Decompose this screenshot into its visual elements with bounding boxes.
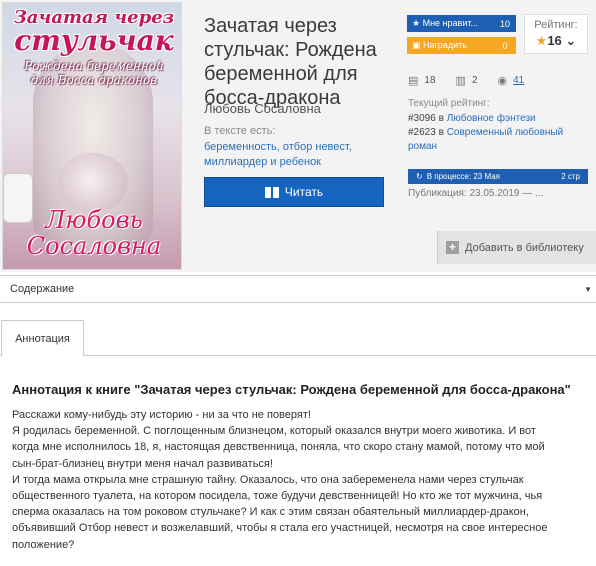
rating-label: Рейтинг: — [534, 19, 578, 31]
reward-count: 0 — [502, 40, 508, 51]
like-label: Мне нравит... — [422, 18, 478, 28]
rating-star-icon: ★ — [535, 33, 548, 48]
comments-count: 18 — [424, 75, 436, 86]
cover-title-line2: стульчак — [14, 24, 174, 57]
annotation-line: положение? — [12, 538, 75, 551]
read-button[interactable]: Читать — [204, 177, 384, 207]
annotation-line: сперма оказалась на том роковом стульчак… — [12, 506, 529, 519]
reward-label: Наградить — [423, 40, 467, 50]
book-cover-image[interactable]: Зачатая через стульчак Рождена беременно… — [2, 2, 182, 270]
status-pages: 2 стр — [561, 172, 580, 181]
read-button-label: Читать — [284, 185, 324, 199]
annotation-heading: Аннотация к книге "Зачатая через стульча… — [12, 382, 571, 397]
contents-dropdown[interactable]: Содержание ▼ — [0, 275, 596, 303]
genre-link-fantasy[interactable]: Любовное фэнтези — [447, 113, 536, 124]
tags-label: В тексте есть: — [204, 125, 276, 137]
status-badge: ↻ В процессе: 23 Мая 2 стр — [408, 169, 588, 184]
rank-modern: #2623 в Современный любовный роман — [408, 126, 588, 154]
author-link[interactable]: Любовь Сосаловна — [204, 101, 321, 116]
contents-label: Содержание — [10, 283, 75, 295]
views-count[interactable]: 41 — [513, 75, 524, 86]
current-rating-label: Текущий рейтинг: — [408, 98, 490, 109]
cover-author-line1: Любовь — [45, 206, 143, 234]
cover-subtitle-line2: для Босса драконов — [30, 73, 158, 87]
add-library-label: Добавить в библиотеку — [465, 241, 584, 254]
status-progress: В процессе: 23 Мая — [426, 172, 500, 181]
tab-annotation-label: Аннотация — [15, 332, 70, 345]
rank-fantasy: #3096 в Любовное фэнтези — [408, 112, 588, 126]
annotation-text: Расскажи кому-нибудь эту историю - ни за… — [12, 407, 592, 553]
like-button[interactable]: ★ Мне нравит... 10 — [407, 15, 516, 32]
annotation-line: общественного туалета, на котором посиде… — [12, 490, 543, 503]
annotation-line: объявивший Отбор невест и возжелавший, ч… — [12, 522, 548, 535]
star-icon: ★ — [412, 18, 423, 28]
annotation-line: когда мне исполнилось 18, я, настоящая д… — [12, 441, 545, 454]
libraries-count: 2 — [471, 75, 478, 86]
annotation-line: Расскажи кому-нибудь эту историю - ни за… — [12, 409, 311, 421]
rank-modern-number: #2623 в — [408, 127, 444, 138]
tags-list[interactable]: беременность, отбор невест, миллиардер и… — [204, 140, 394, 170]
cover-subtitle-line1: Рождена беременной — [24, 59, 164, 73]
refresh-icon: ↻ — [416, 172, 423, 181]
book-title: Зачатая через стульчак: Рождена беременн… — [204, 15, 377, 109]
rank-fantasy-number: #3096 в — [408, 113, 444, 124]
annotation-line: сын-брат-близнец внутри меня начал разви… — [12, 457, 273, 470]
add-to-library-button[interactable]: + Добавить в библиотеку — [437, 231, 596, 264]
like-count: 10 — [499, 18, 510, 29]
book-stats: ▤ 18 ▥ 2 ◉ 41 — [408, 74, 524, 87]
book-icon — [264, 186, 279, 198]
tab-annotation[interactable]: Аннотация — [1, 320, 84, 356]
annotation-line: И тогда мама открыла мне страшную тайну.… — [12, 473, 524, 486]
plus-icon: + — [446, 241, 459, 254]
annotation-line: Я родилась беременной. С поглощенным бли… — [12, 425, 536, 438]
eye-icon: ◉ — [497, 75, 508, 87]
gift-icon: ▣ — [412, 40, 424, 50]
comments-icon: ▤ — [408, 75, 419, 87]
library-icon: ▥ — [455, 75, 466, 87]
caret-down-icon: ▼ — [584, 284, 592, 294]
rating-box[interactable]: Рейтинг: ★16 ⌄ — [524, 14, 588, 54]
cover-figure-belly — [58, 153, 128, 213]
chevron-down-icon: ⌄ — [565, 33, 577, 48]
cover-author-line2: Сосаловна — [26, 232, 162, 260]
reward-button[interactable]: ▣ Наградить 0 — [407, 37, 516, 54]
rating-value: 16 — [547, 33, 562, 48]
tabs-divider — [0, 355, 596, 356]
publication-date: Публикация: 23.05.2019 — ... — [408, 188, 544, 199]
